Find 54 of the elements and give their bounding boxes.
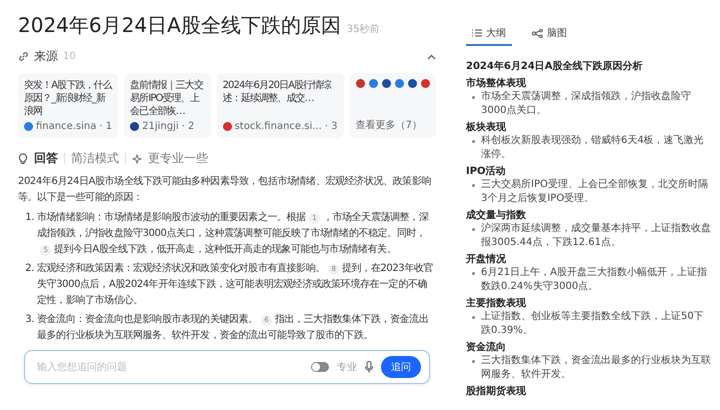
source-card[interactable]: 2024年6月20日A股行情综述：延续调整、成交… stock.finance.si... · 3 [216, 73, 344, 138]
outline-heading: 板块表现 [466, 121, 507, 134]
outline-bullet: 科创板次新股表现强劲，锴威特6天4板，速飞激光涨停。 [481, 134, 705, 162]
sparkle-icon [132, 154, 142, 164]
source-index: · 3 [324, 121, 338, 132]
professional-toggle[interactable] [311, 362, 329, 372]
toggle-label: 专业 [337, 360, 357, 374]
caret-icon[interactable] [427, 54, 436, 60]
outline-heading: 成交量与指数 [466, 209, 527, 222]
lightbulb-icon [18, 152, 28, 164]
outline-heading: 资金流向 [466, 341, 507, 354]
outline-heading: 股指期货表现 [466, 385, 527, 398]
outline-title: 2024年6月24日A股全线下跌原因分析 [466, 60, 644, 74]
mindmap-icon [532, 28, 543, 38]
page-title: 2024年6月24日A股全线下跌的原因 [18, 12, 341, 39]
list-number: 1. [24, 211, 35, 225]
panel-tab[interactable]: 脑图 [526, 22, 573, 46]
more-sources-card[interactable]: 查看更多（7） [350, 73, 436, 138]
more-sources-label: 查看更多（7） [356, 118, 423, 132]
answer-intro: 2024年6月24日A股市场全线下跌可能由多种因素导致，包括市场情绪、宏观经济状况、政策影响等。以下是一些可能的原因： [18, 174, 432, 205]
outline-bullet: 三大指数集体下跌，资金流出最多的行业板块为互联网服务、软件开发。 [481, 354, 712, 382]
outline-bullet: 6月21日上午，A股开盘三大指数小幅低开，上证指数跌0.24%失守3000点。 [481, 266, 708, 294]
source-title: 盘前情报｜三大交易所IPO受理、上会已全部恢… [130, 79, 204, 118]
sources-count: 10 [63, 51, 76, 62]
outline-bullet: 市场全天震荡调整，深成指领跌，沪指收盘险守3000点关口。 [481, 90, 692, 118]
sources-label: 来源 [34, 48, 58, 65]
source-site: 21jingji [142, 121, 179, 132]
mode-tab[interactable]: 回答 [34, 150, 58, 167]
timestamp: 35秒前 [346, 22, 380, 36]
source-card[interactable]: 突发！A股下跌，什么原因？_新浪财经_新浪网 finance.sina · 1 [18, 73, 118, 138]
link-icon [18, 51, 29, 62]
mode-tab[interactable]: 简洁模式 [71, 150, 119, 167]
outline-heading: 开盘情况 [466, 253, 507, 266]
outline-heading: IPO活动 [466, 165, 507, 178]
source-index: · 2 [182, 121, 194, 132]
microphone-icon[interactable] [365, 361, 373, 373]
outline-bullet: 沪深两市延续调整，成交量基本持平，上证指数收盘报3005.44点，下跌12.61点。 [481, 222, 712, 250]
follow-up-field[interactable]: 输入您想追问的问题 专业 追问 [24, 350, 430, 384]
list-number: 2. [24, 262, 35, 276]
outline-heading: 主要指数表现 [466, 297, 527, 310]
source-card[interactable]: 盘前情报｜三大交易所IPO受理、上会已全部恢… 21jingji · 2 [124, 73, 211, 138]
source-title: 2024年6月20日A股行情综述：延续调整、成交… [222, 79, 332, 105]
source-index: · 1 [99, 121, 112, 132]
source-site: finance.sina [36, 121, 96, 132]
mode-tab[interactable]: 更专业一些 [148, 150, 208, 167]
list-icon [472, 29, 482, 37]
outline-heading: 市场整体表现 [466, 77, 527, 90]
source-title: 突发！A股下跌，什么原因？_新浪财经_新浪网 [24, 79, 112, 118]
source-site: stock.finance.si... [234, 121, 322, 132]
panel-tab[interactable]: 大纲 [466, 22, 512, 46]
outline-bullet: 上证指数、创业板等主要指数全线下跌，上证50下跌0.39%。 [481, 310, 705, 338]
list-number: 3. [24, 313, 35, 327]
ask-button[interactable]: 追问 [381, 356, 421, 378]
outline-bullet: 三大交易所IPO受理、上会已全部恢复，北交所时隔3个月之后恢复IPO受理。 [481, 178, 709, 206]
